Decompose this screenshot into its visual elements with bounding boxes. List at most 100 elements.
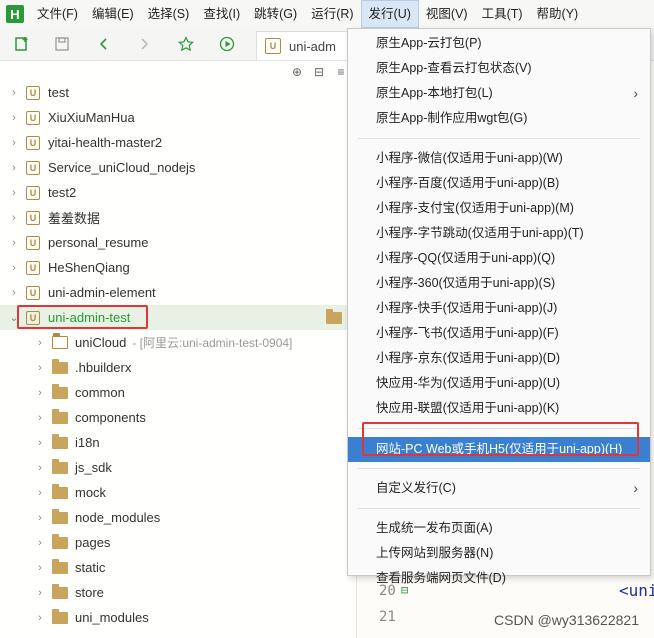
tree-row[interactable]: › common [0,380,355,405]
tree-row[interactable]: › U Service_uniCloud_nodejs [0,155,355,180]
release-menu-item[interactable]: 上传网站到服务器(N) [348,541,650,566]
tree-row[interactable]: › uni_modules [0,605,355,630]
release-menu-item-label: 原生App-本地打包(L) [376,86,493,100]
release-menu-item[interactable]: 小程序-360(仅适用于uni-app)(S) [348,271,650,296]
tree-row-label: components [75,410,146,425]
tree-row[interactable]: › node_modules [0,505,355,530]
menu-icon[interactable]: ≡ [334,65,348,79]
tree-row-label: common [75,385,125,400]
chevron-right-icon[interactable]: › [6,262,22,274]
chevron-right-icon[interactable]: › [32,587,48,599]
project-icon: U [26,135,40,150]
chevron-right-icon[interactable]: › [6,287,22,299]
release-menu-item-label: 自定义发行(C) [376,481,456,495]
release-menu-item[interactable]: 小程序-飞书(仅适用于uni-app)(F) [348,321,650,346]
menu-list: 文件(F) 编辑(E) 选择(S) 查找(I) 跳转(G) 运行(R) 发行(U) 视图(V)… [30,0,585,28]
tree-row-label: Service_uniCloud_nodejs [48,160,196,175]
tree-row[interactable]: › js_sdk [0,455,355,480]
tree-row[interactable]: › Uyitai-health-master2 [0,130,355,155]
collapse-icon[interactable]: ⊟ [312,65,326,79]
release-menu-item[interactable]: 原生App-查看云打包状态(V) [348,56,650,81]
tree-row[interactable]: › store [0,580,355,605]
menu-1[interactable]: 编辑(E) [85,0,141,28]
watermark: CSDN @wy313622821 [494,612,639,628]
cloud-binding-label: - [阿里云:uni-admin-test-0904] [132,336,293,350]
chevron-right-icon[interactable]: › [6,112,22,124]
menu-5[interactable]: 运行(R) [304,0,360,28]
release-menu-item[interactable]: 小程序-支付宝(仅适用于uni-app)(M) [348,196,650,221]
tree-row[interactable]: › U HeShenQiang [0,255,355,280]
forward-arrow-icon[interactable] [134,34,154,54]
tree-row[interactable]: › static [0,555,355,580]
chevron-right-icon[interactable]: › [32,437,48,449]
menu-2[interactable]: 选择(S) [141,0,197,28]
release-menu-item[interactable]: 原生App-制作应用wgt包(G) [348,106,650,131]
folder-icon [52,508,68,524]
chevron-right-icon[interactable]: › [32,462,48,474]
tree-row[interactable]: › i18n [0,430,355,455]
back-arrow-icon[interactable] [94,34,114,54]
menu-4[interactable]: 跳转(G) [247,0,304,28]
release-menu-item-label: 小程序-微信(仅适用于uni-app)(W) [376,151,563,165]
chevron-right-icon[interactable]: › [32,362,48,374]
chevron-right-icon[interactable]: › [6,187,22,199]
tree-row[interactable]: › Upersonal_resume [0,230,355,255]
run-icon[interactable] [217,34,237,54]
tree-row[interactable]: › uniCloud - [阿里云:uni-admin-test-0904] [0,330,355,355]
chevron-right-icon[interactable]: › [32,612,48,624]
release-menu-item[interactable]: 自定义发行(C) › [348,476,650,501]
chevron-right-icon[interactable]: › [6,237,22,249]
release-menu-item[interactable]: 小程序-京东(仅适用于uni-app)(D) [348,346,650,371]
project-icon: U [26,285,40,300]
chevron-right-icon[interactable]: › [32,487,48,499]
tree-row[interactable]: › Uuni-admin-element [0,280,355,305]
star-icon[interactable] [176,34,196,54]
release-menu-item[interactable]: 快应用-华为(仅适用于uni-app)(U) [348,371,650,396]
tree-row[interactable]: › U 羞羞数据 [0,205,355,230]
menu-6[interactable]: 发行(U) [360,0,419,28]
open-folder-icon[interactable] [326,308,342,324]
save-icon[interactable] [52,34,72,54]
tree-row[interactable]: › .hbuilderx [0,355,355,380]
release-menu-item-label: 原生App-查看云打包状态(V) [376,61,532,75]
menu-0[interactable]: 文件(F) [30,0,85,28]
chevron-right-icon[interactable]: › [6,162,22,174]
tree-row-label: HeShenQiang [48,260,130,275]
release-menu-item[interactable]: 查看服务端网页文件(D) [348,566,650,591]
chevron-right-icon[interactable]: › [32,387,48,399]
menu-7[interactable]: 视图(V) [419,0,475,28]
chevron-right-icon[interactable]: › [6,212,22,224]
menu-3[interactable]: 查找(I) [196,0,247,28]
tree-row-label: pages [75,535,111,550]
release-menu-item[interactable]: 小程序-微信(仅适用于uni-app)(W) [348,146,650,171]
tree-row-label: uniCloud [75,335,127,350]
chevron-right-icon[interactable]: › [32,412,48,424]
new-file-icon[interactable] [12,34,32,54]
chevron-right-icon[interactable]: › [32,537,48,549]
menu-8[interactable]: 工具(T) [475,0,530,28]
tree-row-label: uni_modules [75,610,149,625]
tree-row[interactable]: › U XiuXiuManHua [0,105,355,130]
menu-9[interactable]: 帮助(Y) [530,0,586,28]
target-icon[interactable]: ⊕ [290,65,304,79]
chevron-right-icon[interactable]: › [32,512,48,524]
release-menu-item[interactable]: 小程序-QQ(仅适用于uni-app)(Q) [348,246,650,271]
tree-row[interactable]: › mock [0,480,355,505]
release-menu-item[interactable]: 原生App-云打包(P) [348,31,650,56]
chevron-right-icon[interactable]: › [32,562,48,574]
tree-row-label: XiuXiuManHua [48,110,135,125]
release-menu-item[interactable]: 原生App-本地打包(L) › [348,81,650,106]
tree-row[interactable]: › pages [0,530,355,555]
chevron-right-icon[interactable]: › [32,337,48,349]
chevron-right-icon[interactable]: › [6,137,22,149]
release-menu-item[interactable]: 小程序-百度(仅适用于uni-app)(B) [348,171,650,196]
release-menu-item[interactable]: 生成统一发布页面(A) [348,516,650,541]
folder-icon [52,608,68,624]
release-menu-item[interactable]: 快应用-联盟(仅适用于uni-app)(K) [348,396,650,421]
release-menu-item[interactable]: 小程序-字节跳动(仅适用于uni-app)(T) [348,221,650,246]
tree-row[interactable]: › Utest [0,80,355,105]
tree-row[interactable]: › Utest2 [0,180,355,205]
chevron-right-icon[interactable]: › [6,87,22,99]
release-menu-item[interactable]: 小程序-快手(仅适用于uni-app)(J) [348,296,650,321]
tree-row[interactable]: › components [0,405,355,430]
